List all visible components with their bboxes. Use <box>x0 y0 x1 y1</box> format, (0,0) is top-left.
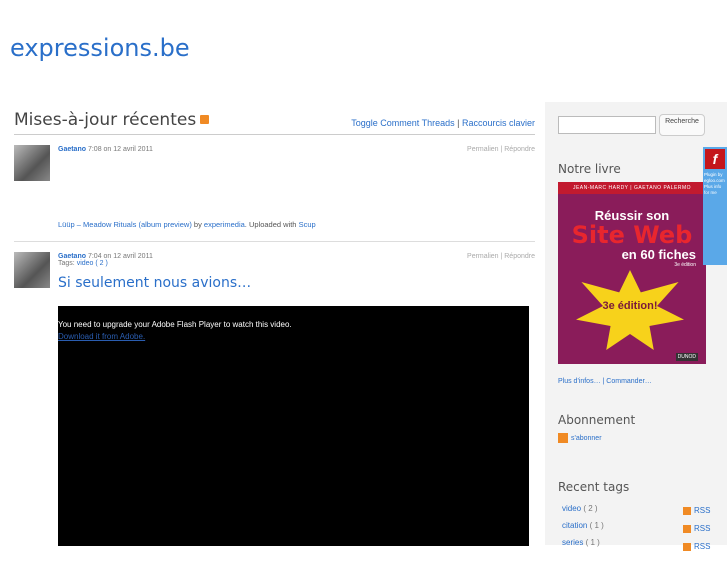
post-time: 7:04 on 12 avril 2011 <box>87 253 153 260</box>
toggle-comment-threads-link[interactable]: Toggle Comment Threads <box>351 118 454 128</box>
site-title[interactable]: expressions.be <box>10 34 190 62</box>
tag-rss[interactable]: RSS <box>683 542 710 551</box>
post-body: Lüüp – Meadow Rituals (album preview) by… <box>58 220 316 229</box>
post-meta: Gaetano 7:04 on 12 avril 2011 Tags: vide… <box>58 253 153 267</box>
flash-download-link[interactable]: Download it from Adobe. <box>58 332 145 341</box>
post-actions[interactable]: Permalien | Répondre <box>467 146 535 153</box>
scup-link[interactable]: Scup <box>299 220 316 229</box>
avatar[interactable] <box>14 145 50 181</box>
sidebar: Recherche Notre livre JEAN-MARC HARDY | … <box>545 102 727 551</box>
page-title: Mises-à-jour récentes <box>14 110 210 130</box>
tag-link[interactable]: citation <box>562 521 587 530</box>
post-author[interactable]: Gaetano <box>58 146 86 153</box>
video-player[interactable]: You need to upgrade your Adobe Flash Pla… <box>58 306 529 546</box>
track-link[interactable]: Lüüp – Meadow Rituals (album preview) <box>58 220 192 229</box>
tag-rss-label: RSS <box>694 506 711 515</box>
search-input[interactable] <box>558 116 656 134</box>
post-time: 7:08 on 12 avril 2011 <box>87 146 153 153</box>
post-author[interactable]: Gaetano <box>58 253 86 260</box>
book-edition-small: 3e édition <box>674 262 696 268</box>
post-tag-link[interactable]: video <box>77 260 94 267</box>
rss-icon[interactable] <box>200 114 210 124</box>
tag-rss[interactable]: RSS <box>683 524 710 533</box>
search-button[interactable]: Recherche <box>659 114 705 136</box>
post-actions[interactable]: Permalien | Répondre <box>467 253 535 260</box>
tag-count: ( 2 ) <box>581 504 598 513</box>
main-column: Mises-à-jour récentes Toggle Comment Thr… <box>14 110 535 572</box>
flash-upgrade-message: You need to upgrade your Adobe Flash Pla… <box>58 320 292 329</box>
post: Gaetano 7:04 on 12 avril 2011 Tags: vide… <box>14 242 535 572</box>
book-cover[interactable]: JEAN-MARC HARDY | GAETANO PALERMO Réussi… <box>558 182 706 364</box>
publisher-logo: DUNOD <box>675 353 698 361</box>
edition-star-text: 3e édition! <box>602 300 658 312</box>
tags-label: Tags: <box>58 260 77 267</box>
post-title[interactable]: Si seulement nous avions… <box>58 275 251 291</box>
book-heading: Notre livre <box>558 162 621 176</box>
flash-icon: f <box>705 149 725 169</box>
artist-link[interactable]: experimedia <box>204 220 245 229</box>
tag-item: video ( 2 ) <box>562 504 598 513</box>
tag-link[interactable]: series <box>562 538 583 547</box>
post-meta: Gaetano 7:08 on 12 avril 2011 <box>58 146 153 153</box>
book-links[interactable]: Plus d'infos… | Commander… <box>558 378 652 385</box>
subscribe-link[interactable]: s'abonner <box>571 435 602 442</box>
by-text: by <box>191 220 204 229</box>
tag-count: ( 1 ) <box>587 521 604 530</box>
heading-links: Toggle Comment Threads | Raccourcis clav… <box>351 118 535 128</box>
tag-count: ( 1 ) <box>583 538 600 547</box>
book-title-line3: en 60 fiches <box>621 247 696 262</box>
book-authors: JEAN-MARC HARDY | GAETANO PALERMO <box>558 182 706 194</box>
heading-row: Mises-à-jour récentes Toggle Comment Thr… <box>14 110 535 135</box>
book-title-line2: Site Web <box>571 221 693 249</box>
subscribe-heading: Abonnement <box>558 413 636 427</box>
rss-icon[interactable] <box>558 433 568 443</box>
tag-item: series ( 1 ) <box>562 538 600 547</box>
subscribe-row: s'abonner <box>558 433 602 443</box>
tag-item: citation ( 1 ) <box>562 521 604 530</box>
tag-rss[interactable]: RSS <box>683 506 710 515</box>
rss-icon <box>683 542 691 551</box>
flash-plugin-text: Plugin by egloo.com Plus info for me <box>704 172 725 195</box>
uploaded-text: . Uploaded with <box>244 220 299 229</box>
post: Gaetano 7:08 on 12 avril 2011 Permalien … <box>14 135 535 242</box>
rss-icon <box>683 506 691 515</box>
avatar[interactable] <box>14 252 50 288</box>
post-tag-count[interactable]: ( 2 ) <box>93 260 107 267</box>
recent-tags-heading: Recent tags <box>558 480 630 494</box>
flash-plugin-widget[interactable]: f Plugin by egloo.com Plus info for me <box>703 147 727 265</box>
tag-link[interactable]: video <box>562 504 581 513</box>
page-title-text: Mises-à-jour récentes <box>14 110 197 130</box>
keyboard-shortcuts-link[interactable]: Raccourcis clavier <box>462 118 535 128</box>
link-separator: | <box>457 118 460 128</box>
rss-icon <box>683 524 691 533</box>
tag-rss-label: RSS <box>694 542 711 551</box>
tag-rss-label: RSS <box>694 524 711 533</box>
